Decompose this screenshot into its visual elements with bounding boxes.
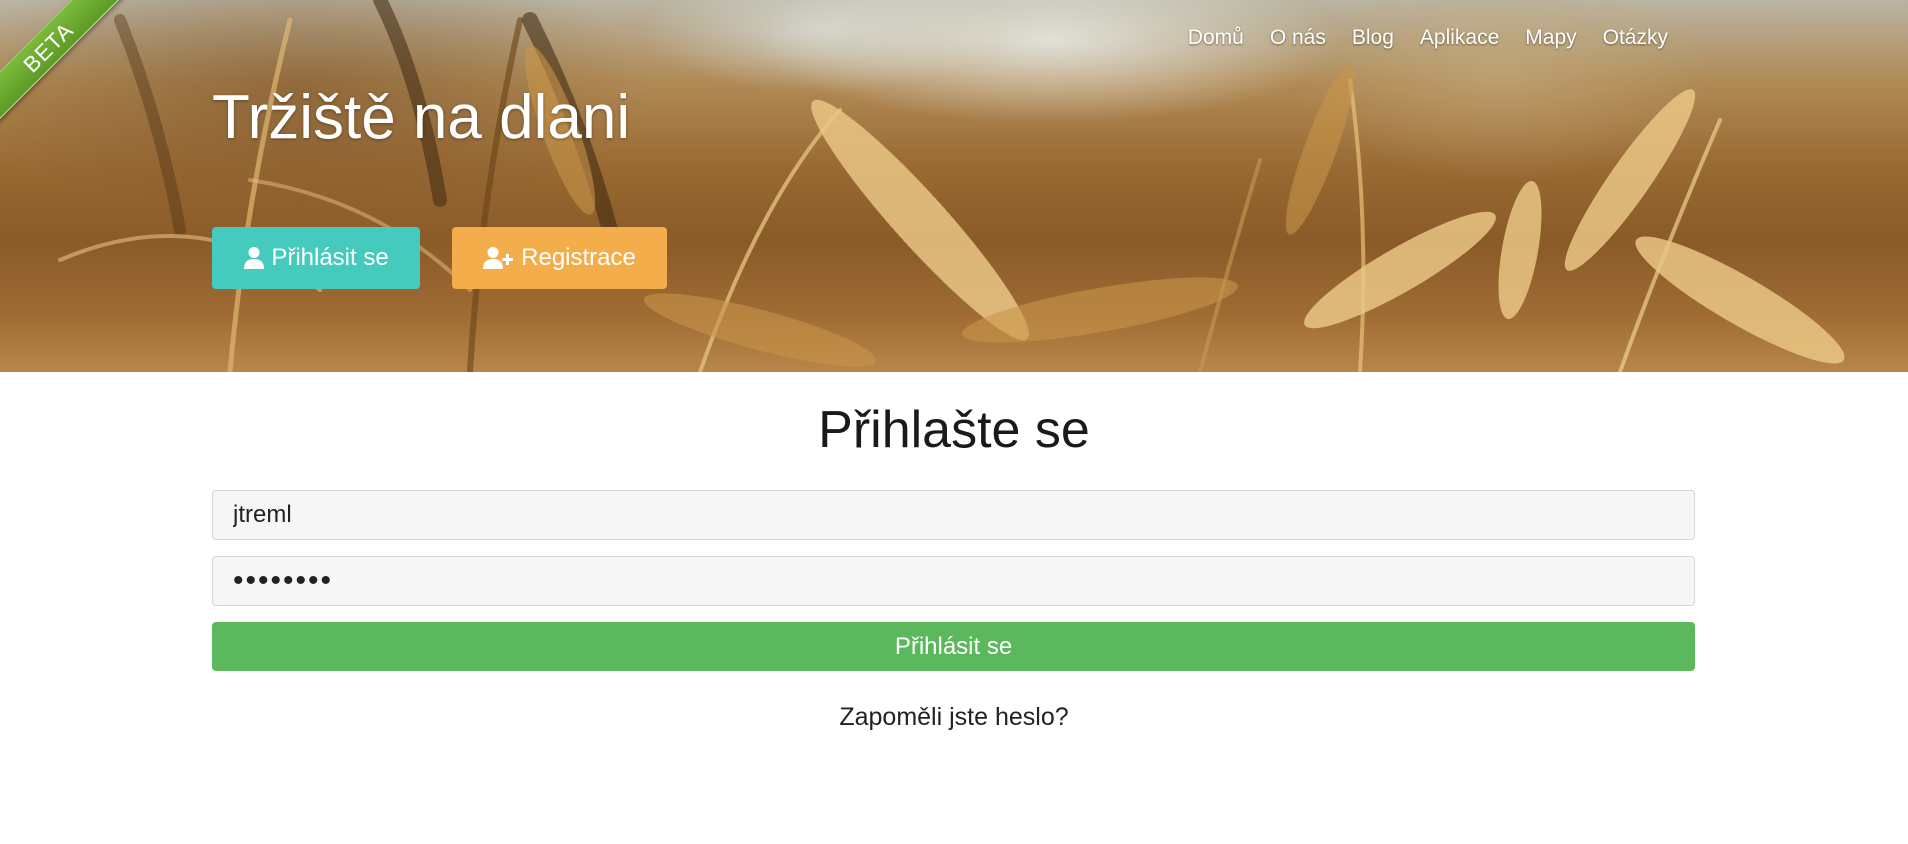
login-submit-button[interactable]: Přihlásit se xyxy=(212,622,1695,671)
nav-item-otazky[interactable]: Otázky xyxy=(1603,26,1668,50)
nav-item-domu[interactable]: Domů xyxy=(1188,26,1244,50)
username-input[interactable] xyxy=(212,490,1695,540)
nav-item-o-nas[interactable]: O nás xyxy=(1270,26,1326,50)
login-title: Přihlašte se xyxy=(818,401,1090,459)
forgot-password-container: Zapoměli jste heslo? xyxy=(0,703,1908,732)
hero-register-button-label: Registrace xyxy=(521,244,636,271)
nav-item-mapy[interactable]: Mapy xyxy=(1525,26,1576,50)
user-icon xyxy=(244,247,265,269)
nav-item-aplikace[interactable]: Aplikace xyxy=(1420,26,1499,50)
forgot-password-link[interactable]: Zapoměli jste heslo? xyxy=(839,703,1068,731)
nav-item-blog[interactable]: Blog xyxy=(1352,26,1394,50)
wheat-field-background xyxy=(58,0,1845,372)
hero-banner: BETA Tržiště na dlani Domů O nás Blog Ap… xyxy=(0,0,1908,372)
hero-login-button-label: Přihlásit se xyxy=(271,244,389,271)
password-input[interactable] xyxy=(212,556,1695,606)
hero-login-button[interactable]: Přihlásit se xyxy=(212,227,420,289)
hero-register-button[interactable]: Registrace xyxy=(452,227,667,289)
user-plus-icon xyxy=(483,247,514,269)
main-nav: Domů O nás Blog Aplikace Mapy Otázky xyxy=(1188,26,1668,50)
site-title: Tržiště na dlani xyxy=(212,83,631,152)
